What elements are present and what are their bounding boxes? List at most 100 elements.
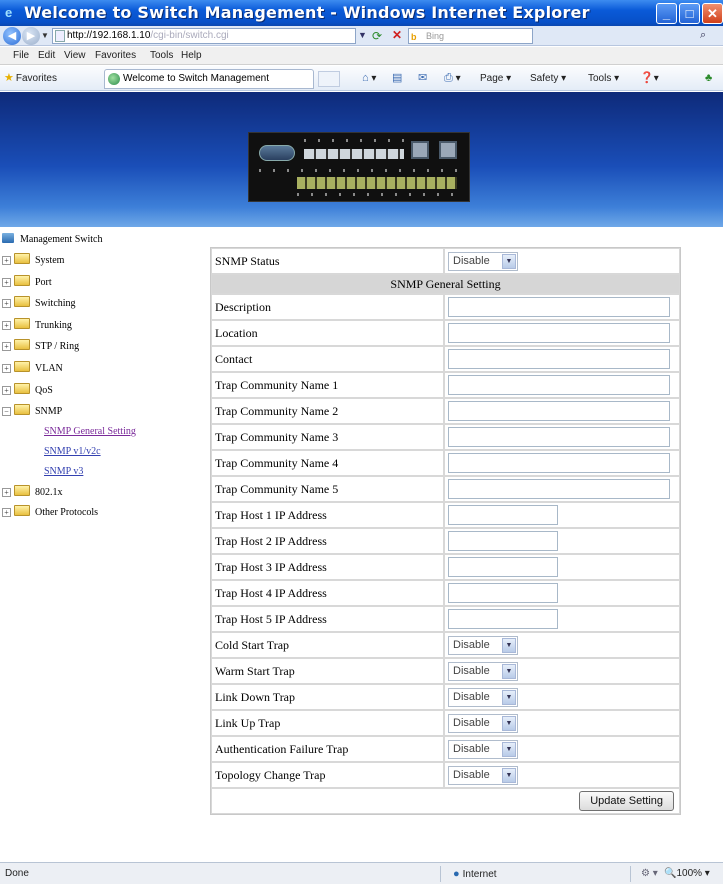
snmp-status-select[interactable]: Disable ▼ xyxy=(448,251,518,271)
page-menu[interactable]: Page ▾ xyxy=(480,66,511,91)
new-tab-button[interactable] xyxy=(318,71,340,87)
field-cell xyxy=(444,346,680,372)
menu-help[interactable]: Help xyxy=(181,47,202,65)
expand-icon[interactable]: + xyxy=(2,321,11,330)
help-icon[interactable]: ❓▾ xyxy=(640,66,659,91)
tree-node-trunking[interactable]: + Trunking xyxy=(2,318,72,332)
recent-pages-dropdown-icon[interactable]: ▼ xyxy=(41,31,49,40)
trap-host-3-ip-input[interactable] xyxy=(448,557,558,577)
chevron-down-icon: ▼ xyxy=(502,663,516,679)
address-input[interactable]: http://192.168.1.10/cgi-bin/switch.cgi xyxy=(52,28,356,44)
field-label: Topology Change Trap xyxy=(211,762,444,788)
menu-view[interactable]: View xyxy=(64,47,86,65)
tree-node-system[interactable]: + System xyxy=(2,253,64,267)
trap-host-1-ip-input[interactable] xyxy=(448,505,558,525)
expand-icon[interactable]: + xyxy=(2,299,11,308)
link-up-trap-select[interactable]: Disable ▼ xyxy=(448,713,518,733)
expand-icon[interactable]: + xyxy=(2,256,11,265)
chevron-down-icon: ▼ xyxy=(502,253,516,269)
search-input[interactable]: b Bing xyxy=(408,28,533,44)
contact-input[interactable] xyxy=(448,349,670,369)
tab-welcome[interactable]: Welcome to Switch Management xyxy=(104,69,314,89)
tree-node-snmp[interactable]: − SNMP xyxy=(2,404,62,418)
trap-host-5-ip-input[interactable] xyxy=(448,609,558,629)
protected-mode-icon[interactable]: ⚙ ▾ xyxy=(641,863,658,884)
menu-tools[interactable]: Tools xyxy=(150,47,173,65)
read-mail-icon[interactable]: ✉ xyxy=(418,66,427,91)
trap-community-5-input[interactable] xyxy=(448,479,670,499)
tree-link-snmp-general-setting[interactable]: SNMP General Setting xyxy=(44,425,136,439)
menu-favorites[interactable]: Favorites xyxy=(95,47,136,65)
field-cell: Disable ▼ xyxy=(444,684,680,710)
table-row: Trap Host 1 IP Address xyxy=(211,502,680,528)
expand-icon[interactable]: + xyxy=(2,364,11,373)
address-dropdown-icon[interactable]: ▼ xyxy=(358,30,367,40)
table-row: Trap Host 3 IP Address xyxy=(211,554,680,580)
research-icon[interactable]: ♣ xyxy=(705,66,712,91)
field-cell xyxy=(444,424,680,450)
auth-failure-trap-select[interactable]: Disable ▼ xyxy=(448,739,518,759)
tree-node-qos[interactable]: + QoS xyxy=(2,383,53,397)
description-input[interactable] xyxy=(448,297,670,317)
favorites-button[interactable]: ★ Favorites xyxy=(4,66,57,91)
switch-device-image xyxy=(248,132,470,202)
window-title-bar: e Welcome to Switch Management - Windows… xyxy=(0,0,723,26)
tree-node-switching[interactable]: + Switching xyxy=(2,296,76,310)
tree-node-other-protocols[interactable]: + Other Protocols xyxy=(2,505,98,519)
trap-community-1-input[interactable] xyxy=(448,375,670,395)
update-setting-button[interactable]: Update Setting xyxy=(579,791,674,811)
collapse-icon[interactable]: − xyxy=(2,407,11,416)
refresh-icon[interactable]: ⟳ xyxy=(372,29,382,43)
menu-file[interactable]: File xyxy=(13,47,29,65)
tools-menu[interactable]: Tools ▾ xyxy=(588,66,619,91)
field-label: Cold Start Trap xyxy=(211,632,444,658)
tree-node-stp-ring[interactable]: + STP / Ring xyxy=(2,339,79,353)
trap-host-2-ip-input[interactable] xyxy=(448,531,558,551)
stop-icon[interactable]: ✕ xyxy=(392,28,402,42)
navigation-tree: Management Switch + System + Port + Switchi… xyxy=(0,228,200,855)
expand-icon[interactable]: + xyxy=(2,508,11,517)
minimize-button[interactable]: _ xyxy=(656,3,677,24)
forward-button[interactable]: ▶ xyxy=(22,27,40,45)
select-value: Disable xyxy=(453,638,490,651)
cold-start-trap-select[interactable]: Disable ▼ xyxy=(448,635,518,655)
home-icon[interactable]: ⌂ ▾ xyxy=(362,66,376,91)
trap-host-4-ip-input[interactable] xyxy=(448,583,558,603)
print-icon[interactable]: ⎙ ▾ xyxy=(444,66,461,91)
topology-change-trap-select[interactable]: Disable ▼ xyxy=(448,765,518,785)
safety-menu[interactable]: Safety ▾ xyxy=(530,66,566,91)
tree-node-vlan[interactable]: + VLAN xyxy=(2,361,63,375)
feeds-icon[interactable]: ▤ xyxy=(392,66,402,91)
expand-icon[interactable]: + xyxy=(2,278,11,287)
expand-icon[interactable]: + xyxy=(2,386,11,395)
tree-node-label: Trunking xyxy=(35,320,72,331)
tree-node-8021x[interactable]: +802.1x xyxy=(2,485,63,499)
expand-icon[interactable]: + xyxy=(2,342,11,351)
tree-node-label: Switching xyxy=(35,298,76,309)
field-cell xyxy=(444,398,680,424)
back-button[interactable]: ◀ xyxy=(3,27,21,45)
trap-community-3-input[interactable] xyxy=(448,427,670,447)
menu-edit[interactable]: Edit xyxy=(38,47,55,65)
expand-icon[interactable]: + xyxy=(2,488,11,497)
field-label: Link Up Trap xyxy=(211,710,444,736)
field-cell xyxy=(444,294,680,320)
trap-community-4-input[interactable] xyxy=(448,453,670,473)
tree-root[interactable]: Management Switch xyxy=(2,233,102,247)
link-down-trap-select[interactable]: Disable ▼ xyxy=(448,687,518,707)
snmp-settings-table: SNMP Status Disable ▼ SNMP General Settin… xyxy=(210,247,681,815)
table-row: Trap Community Name 2 xyxy=(211,398,680,424)
trap-community-2-input[interactable] xyxy=(448,401,670,421)
maximize-button[interactable]: □ xyxy=(679,3,700,24)
tree-link-snmp-v3[interactable]: SNMP v3 xyxy=(44,465,83,479)
tree-node-port[interactable]: + Port xyxy=(2,275,52,289)
close-button[interactable]: ✕ xyxy=(702,3,723,24)
location-input[interactable] xyxy=(448,323,670,343)
zoom-control[interactable]: 🔍100% ▾ xyxy=(664,863,710,884)
tree-root-label: Management Switch xyxy=(20,234,103,245)
security-zone[interactable]: ● Internet xyxy=(453,863,497,884)
tree-link-snmp-v1-v2c[interactable]: SNMP v1/v2c xyxy=(44,445,101,459)
tree-node-label: SNMP xyxy=(35,406,63,417)
warm-start-trap-select[interactable]: Disable ▼ xyxy=(448,661,518,681)
search-icon[interactable]: ⌕ xyxy=(700,29,706,42)
